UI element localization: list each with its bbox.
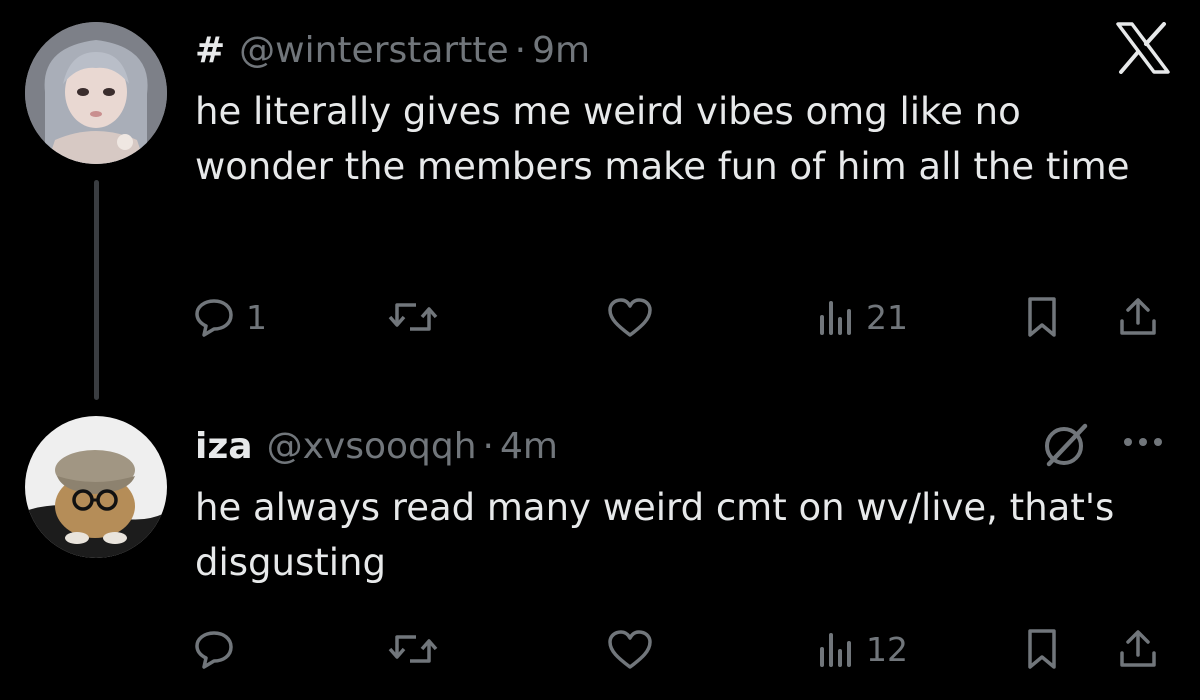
like-button[interactable] xyxy=(606,290,664,344)
reply-count: 1 xyxy=(246,297,267,337)
grok-icon[interactable] xyxy=(1040,420,1090,470)
heart-icon xyxy=(608,298,652,337)
more-icon[interactable] xyxy=(1118,422,1168,462)
retweet-button[interactable] xyxy=(388,622,448,676)
x-logo-icon[interactable] xyxy=(1116,22,1170,74)
view-count: 21 xyxy=(866,297,908,337)
heart-icon xyxy=(608,630,652,669)
retweet-icon xyxy=(388,303,438,331)
tweet-text: he literally gives me weird vibes omg li… xyxy=(195,90,1130,188)
tweet[interactable]: iza @xvsooqqh · 4m he always read many w… xyxy=(0,400,1200,700)
display-name[interactable]: iza xyxy=(195,426,253,467)
timestamp[interactable]: 9m xyxy=(532,30,590,71)
like-button[interactable] xyxy=(606,622,664,676)
share-icon xyxy=(1120,630,1156,667)
reply-button[interactable]: 1 xyxy=(192,290,267,344)
tweet-actions: 12 xyxy=(0,622,1200,676)
bookmark-button[interactable] xyxy=(1022,622,1062,676)
views-icon xyxy=(820,633,851,667)
share-button[interactable] xyxy=(1116,290,1160,344)
user-handle[interactable]: @winterstartte xyxy=(239,30,508,71)
views-button[interactable]: 21 xyxy=(816,290,908,344)
bookmark-icon xyxy=(1028,629,1056,669)
bookmark-icon xyxy=(1028,297,1056,337)
timestamp[interactable]: 4m xyxy=(500,426,558,467)
tweet-header: # @winterstartte · 9m xyxy=(195,24,590,76)
avatar[interactable] xyxy=(25,22,167,164)
separator: · xyxy=(514,29,527,71)
user-handle[interactable]: @xvsooqqh xyxy=(267,426,477,467)
views-button[interactable]: 12 xyxy=(816,622,908,676)
reply-button[interactable] xyxy=(192,622,246,676)
reply-icon xyxy=(195,631,233,669)
avatar[interactable] xyxy=(25,416,167,558)
separator: · xyxy=(482,425,494,467)
tweet-actions: 1 21 xyxy=(0,290,1200,344)
retweet-button[interactable] xyxy=(388,290,448,344)
share-icon xyxy=(1120,298,1156,335)
bookmark-button[interactable] xyxy=(1022,290,1062,344)
tweet-header: iza @xvsooqqh · 4m xyxy=(195,420,558,472)
retweet-icon xyxy=(388,635,438,663)
display-name[interactable]: # xyxy=(195,30,225,71)
view-count: 12 xyxy=(866,629,908,669)
reply-icon xyxy=(195,299,233,337)
tweet[interactable]: # @winterstartte · 9m he literally gives… xyxy=(0,0,1200,400)
tweet-text: he always read many weird cmt on wv/live… xyxy=(195,486,1115,584)
views-icon xyxy=(820,301,851,335)
share-button[interactable] xyxy=(1116,622,1160,676)
